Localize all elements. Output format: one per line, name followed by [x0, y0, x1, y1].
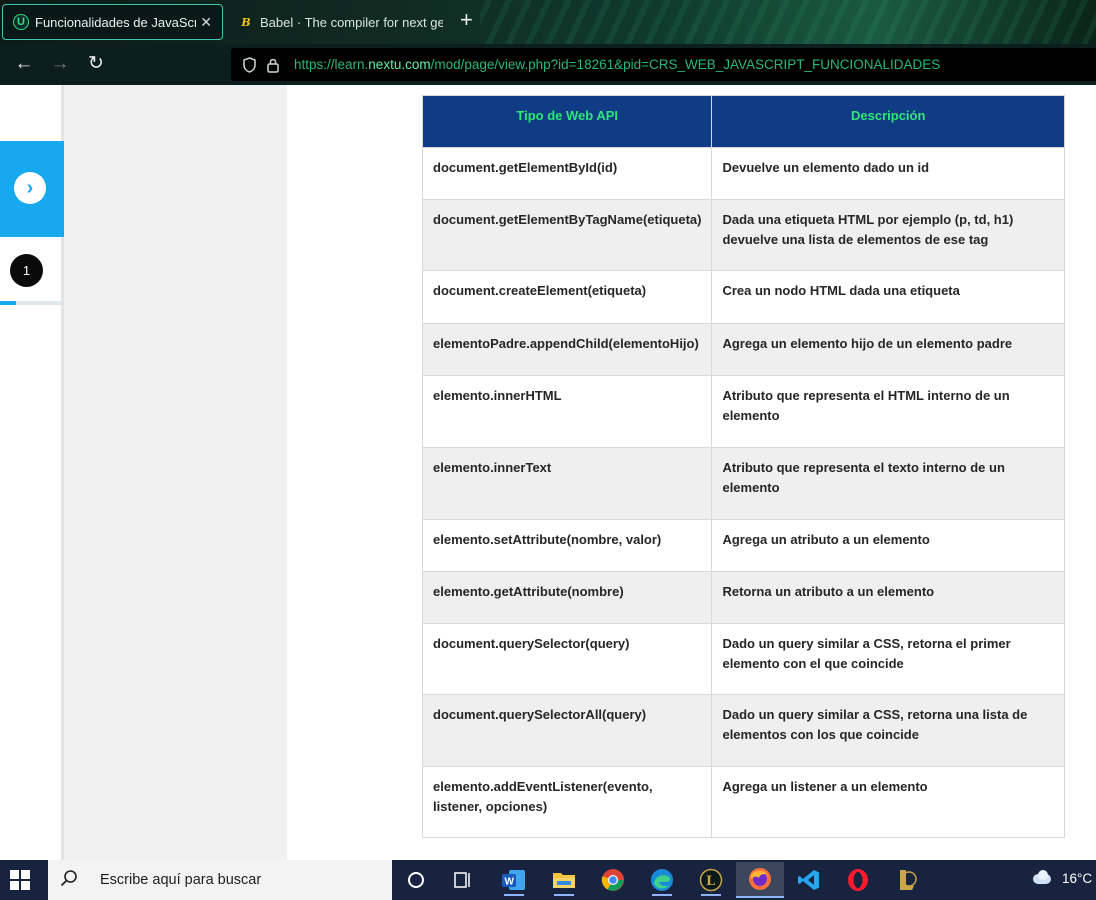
reload-icon[interactable]: ↻	[85, 53, 107, 75]
api-description-cell: Agrega un atributo a un elemento	[711, 519, 1065, 572]
course-navigation-sidebar: › 1	[0, 85, 64, 860]
search-icon	[60, 869, 82, 892]
tab-title: Funcionalidades de JavaScript: N	[35, 14, 197, 30]
table-row: elemento.setAttribute(nombre, valor) Agre…	[421, 519, 1065, 572]
table-row: elemento.innerHTML Atributo que represent…	[421, 375, 1065, 448]
windows-start-icon[interactable]	[10, 870, 30, 890]
table-header-row: Tipo de Web API Descripción	[421, 95, 1065, 148]
table-row: elemento.getAttribute(nombre) Retorna un …	[421, 571, 1065, 624]
api-method-cell: elemento.getAttribute(nombre)	[421, 571, 713, 624]
api-description-cell: Dado un query similar a CSS, retorna el …	[711, 623, 1065, 695]
search-placeholder: Escribe aquí para buscar	[100, 872, 262, 888]
babel-favicon-icon: B	[241, 15, 251, 29]
header-descripcion: Descripción	[711, 95, 1065, 148]
api-description-cell: Dada una etiqueta HTML por ejemplo (p, t…	[711, 199, 1065, 271]
forward-arrow-icon[interactable]: →	[49, 53, 71, 75]
table-row: elementoPadre.appendChild(elementoHijo) A…	[421, 323, 1065, 376]
table-row: document.getElementById(id) Devuelve un e…	[421, 147, 1065, 200]
nextu-favicon-icon: U	[13, 14, 29, 30]
task-view-icon[interactable]	[447, 864, 479, 896]
api-description-cell: Agrega un listener a un elemento	[711, 766, 1065, 838]
header-tipo-web-api: Tipo de Web API	[421, 95, 713, 148]
windows-taskbar: Escribe aquí para buscar W L 16°C	[0, 860, 1096, 900]
taskbar-search-input[interactable]: Escribe aquí para buscar	[48, 860, 392, 900]
chrome-icon[interactable]	[597, 864, 629, 896]
api-description-cell: Dado un query similar a CSS, retorna una…	[711, 694, 1065, 767]
table-row: document.querySelector(query) Dado un que…	[421, 623, 1065, 695]
table-row: document.createElement(etiqueta) Crea un …	[421, 270, 1065, 324]
api-method-cell: document.getElementByTagName(etiqueta)	[421, 199, 713, 271]
api-method-cell: elemento.addEventListener(evento, listen…	[421, 766, 713, 838]
running-indicator	[554, 894, 574, 896]
lock-icon[interactable]	[264, 56, 282, 74]
new-tab-icon[interactable]: +	[460, 9, 473, 31]
address-bar[interactable]: https://learn.nextu.com/mod/page/view.ph…	[231, 48, 1096, 81]
firefox-icon[interactable]	[736, 862, 784, 898]
close-tab-icon[interactable]: ✕	[200, 14, 212, 31]
api-description-cell: Crea un nodo HTML dada una etiqueta	[711, 270, 1065, 324]
table-row: document.getElementByTagName(etiqueta) Da…	[421, 199, 1065, 271]
browser-nav-bar: ← → ↻ https://learn.nextu.com/mod/page/v…	[0, 44, 1096, 85]
shield-icon[interactable]	[240, 56, 258, 74]
api-description-cell: Atributo que representa el texto interno…	[711, 447, 1065, 520]
table-row: document.querySelectorAll(query) Dado un …	[421, 694, 1065, 767]
web-api-table: Tipo de Web API Descripción document.get…	[421, 95, 1065, 838]
league-of-legends-client-icon[interactable]	[891, 864, 923, 896]
page-content: › 1 Tipo de Web API Descripción document…	[0, 85, 1096, 860]
weather-widget[interactable]: 16°C	[1030, 870, 1092, 886]
svg-text:L: L	[706, 874, 715, 889]
weather-temperature: 16°C	[1062, 870, 1093, 886]
tab-title: Babel · The compiler for next ge	[260, 14, 443, 30]
api-description-cell: Devuelve un elemento dado un id	[711, 147, 1065, 200]
table-row: elemento.addEventListener(evento, listen…	[421, 766, 1065, 838]
api-method-cell: document.getElementById(id)	[421, 147, 713, 200]
api-method-cell: document.querySelector(query)	[421, 623, 713, 695]
back-arrow-icon[interactable]: ←	[13, 53, 35, 75]
api-description-cell: Agrega un elemento hijo de un elemento p…	[711, 323, 1065, 376]
progress-bar	[0, 301, 61, 305]
progress-fill	[0, 301, 16, 305]
file-explorer-icon[interactable]	[548, 864, 580, 896]
url-text: https://learn.nextu.com/mod/page/view.ph…	[294, 57, 941, 72]
cortana-icon[interactable]	[400, 864, 432, 896]
api-method-cell: document.querySelectorAll(query)	[421, 694, 713, 767]
edge-icon[interactable]	[646, 864, 678, 896]
next-page-block[interactable]: ›	[0, 141, 64, 237]
opera-icon[interactable]	[842, 864, 874, 896]
league-of-legends-icon[interactable]: L	[695, 864, 727, 896]
api-description-cell: Retorna un atributo a un elemento	[711, 571, 1065, 624]
api-method-cell: elemento.setAttribute(nombre, valor)	[421, 519, 713, 572]
chevron-right-icon[interactable]: ›	[14, 172, 46, 204]
running-indicator	[701, 894, 721, 896]
running-indicator	[652, 894, 672, 896]
browser-tab-bar: U Funcionalidades de JavaScript: N ✕ B B…	[0, 0, 1096, 44]
tab-funcionalidades-javascript[interactable]: U Funcionalidades de JavaScript: N ✕	[2, 4, 223, 40]
api-method-cell: document.createElement(etiqueta)	[421, 270, 713, 324]
word-icon[interactable]: W	[498, 864, 530, 896]
cloud-icon	[1030, 870, 1054, 886]
api-description-cell: Atributo que representa el HTML interno …	[711, 375, 1065, 448]
page-number-badge[interactable]: 1	[10, 254, 43, 287]
table-body: document.getElementById(id) Devuelve un e…	[421, 147, 1065, 838]
running-indicator	[504, 894, 524, 896]
svg-text:W: W	[505, 877, 515, 888]
vscode-icon[interactable]	[793, 864, 825, 896]
api-method-cell: elemento.innerHTML	[421, 375, 713, 448]
tab-babel[interactable]: B Babel · The compiler for next ge	[228, 4, 453, 40]
api-method-cell: elemento.innerText	[421, 447, 713, 520]
api-method-cell: elementoPadre.appendChild(elementoHijo)	[421, 323, 713, 376]
table-row: elemento.innerText Atributo que represent…	[421, 447, 1065, 520]
